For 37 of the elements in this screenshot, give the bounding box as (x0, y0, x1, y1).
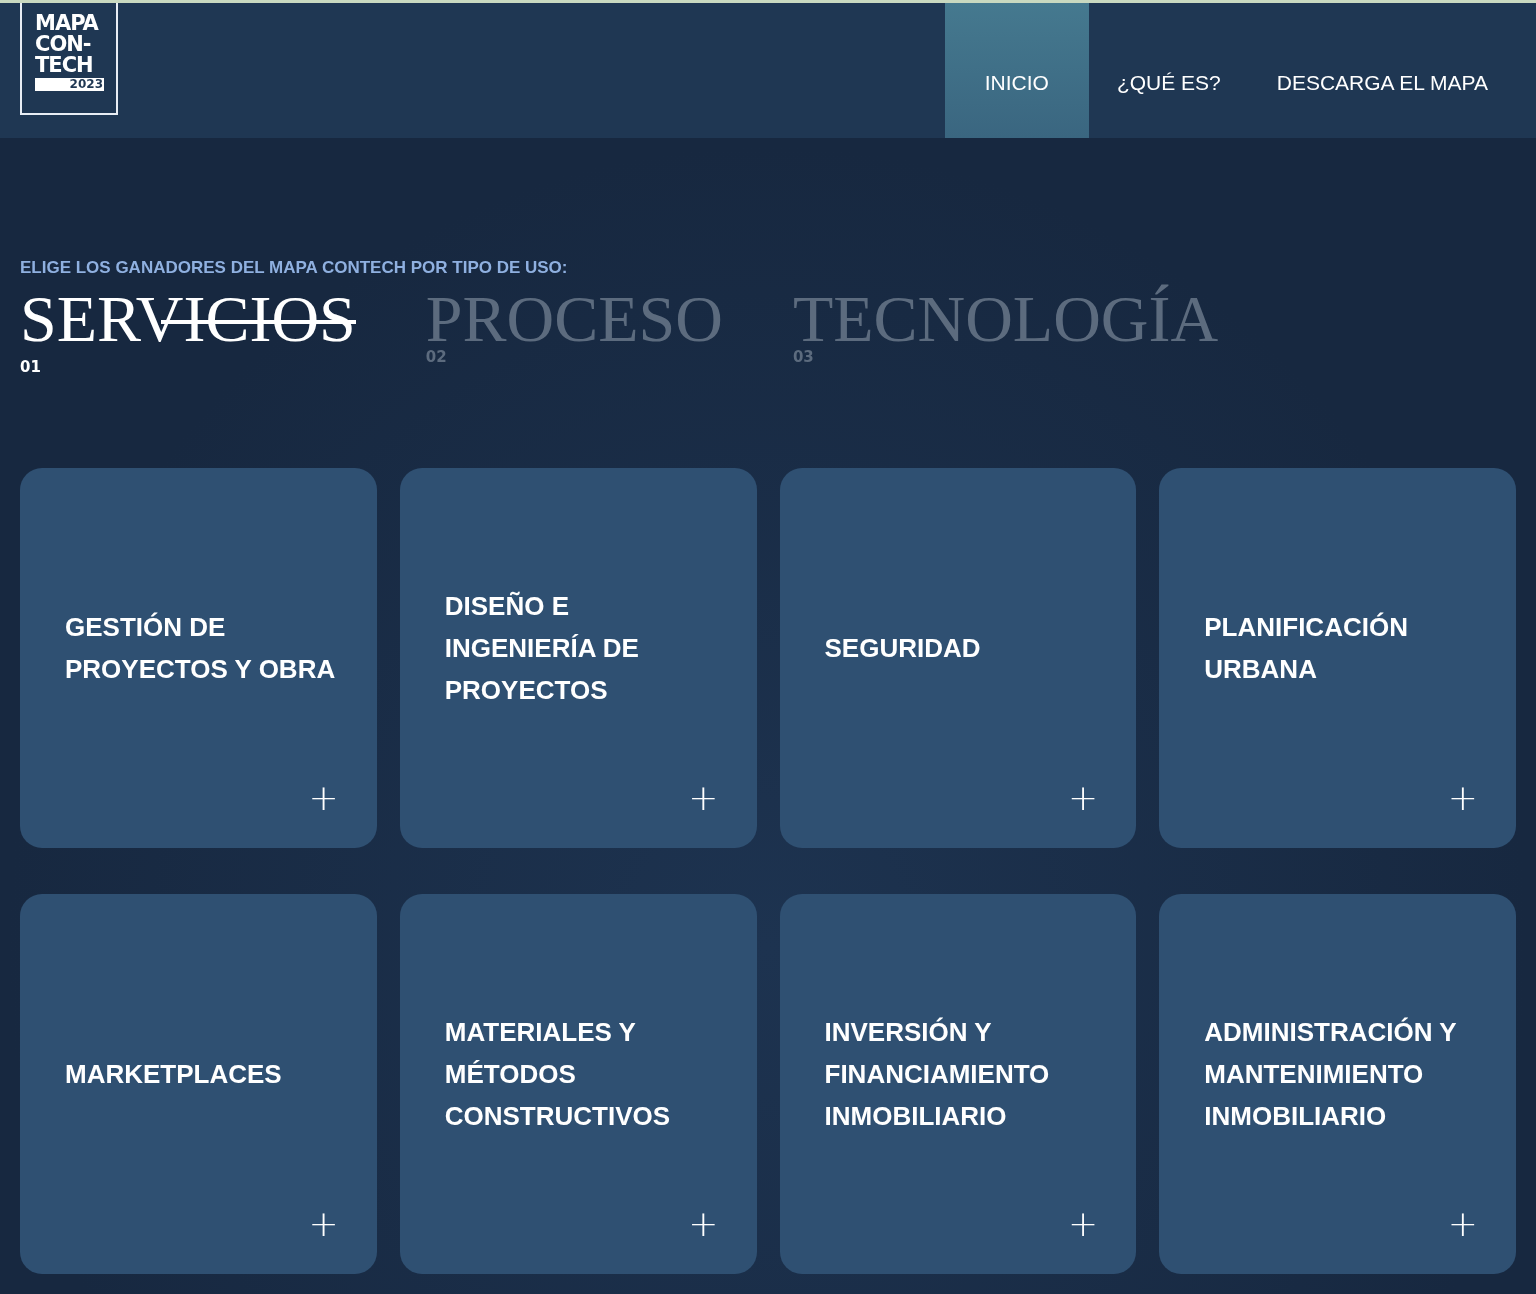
expand-button[interactable]: + (308, 780, 339, 816)
card-title: ADMINISTRACIÓN Y MANTENIMIENTO INMOBILIARIO (1204, 1016, 1458, 1133)
expand-button[interactable]: + (688, 780, 719, 816)
category-card[interactable]: MATERIALES Y MÉTODOS CONSTRUCTIVOS + (399, 894, 757, 1274)
expand-button[interactable]: + (1068, 780, 1099, 816)
category-card[interactable]: PLANIFICACIÓN URBANA + (1159, 468, 1516, 848)
card-title: INVERSIÓN Y FINANCIAMIENTO INMOBILIARIO (824, 1016, 1051, 1133)
logo-year: 2023 (35, 78, 104, 91)
logo-text: CON- (35, 34, 92, 55)
logo[interactable]: MAPA CON- TECH 2023 (20, 3, 118, 115)
category-card[interactable]: INVERSIÓN Y FINANCIAMIENTO INMOBILIARIO + (779, 894, 1137, 1274)
category-card[interactable]: GESTIÓN DE PROYECTOS Y OBRA + (20, 468, 377, 848)
logo-text: MAPA (35, 13, 100, 34)
category-card[interactable]: MARKETPLACES + (20, 894, 377, 1274)
tab-number: 01 (20, 358, 42, 376)
expand-button[interactable]: + (1068, 1206, 1099, 1242)
nav-link[interactable]: ¿QUÉ ES? (1088, 3, 1249, 138)
expand-button[interactable]: + (1447, 780, 1478, 816)
tab-number: 02 (425, 348, 448, 366)
category-card[interactable]: DISEÑO E INGENIERÍA DE PROYECTOS + (399, 468, 757, 848)
card-title: DISEÑO E INGENIERÍA DE PROYECTOS (444, 590, 640, 707)
section-heading: ELIGE LOS GANADORES DEL MAPA CONTECH POR TIPO DE USO: (20, 258, 569, 278)
expand-button[interactable]: + (1447, 1206, 1478, 1242)
category-card[interactable]: SEGURIDAD + (779, 468, 1137, 848)
category-card[interactable]: ADMINISTRACIÓN Y MANTENIMIENTO INMOBILIARIO + (1159, 894, 1516, 1274)
nav-link[interactable]: INICIO (944, 3, 1089, 138)
card-title: PLANIFICACIÓN URBANA (1204, 611, 1409, 686)
tab-number: 03 (792, 348, 815, 366)
expand-button[interactable]: + (308, 1206, 339, 1242)
expand-button[interactable]: + (688, 1206, 719, 1242)
card-title: SEGURIDAD (824, 632, 981, 665)
card-title: GESTIÓN DE PROYECTOS Y OBRA (65, 611, 337, 686)
card-title: MATERIALES Y MÉTODOS CONSTRUCTIVOS (444, 1016, 672, 1133)
card-title: MARKETPLACES (65, 1058, 282, 1091)
nav-link[interactable]: DESCARGA EL MAPA (1248, 3, 1516, 138)
category-tab[interactable]: SERVICIOS (20, 284, 356, 354)
logo-text: TECH (35, 55, 94, 76)
